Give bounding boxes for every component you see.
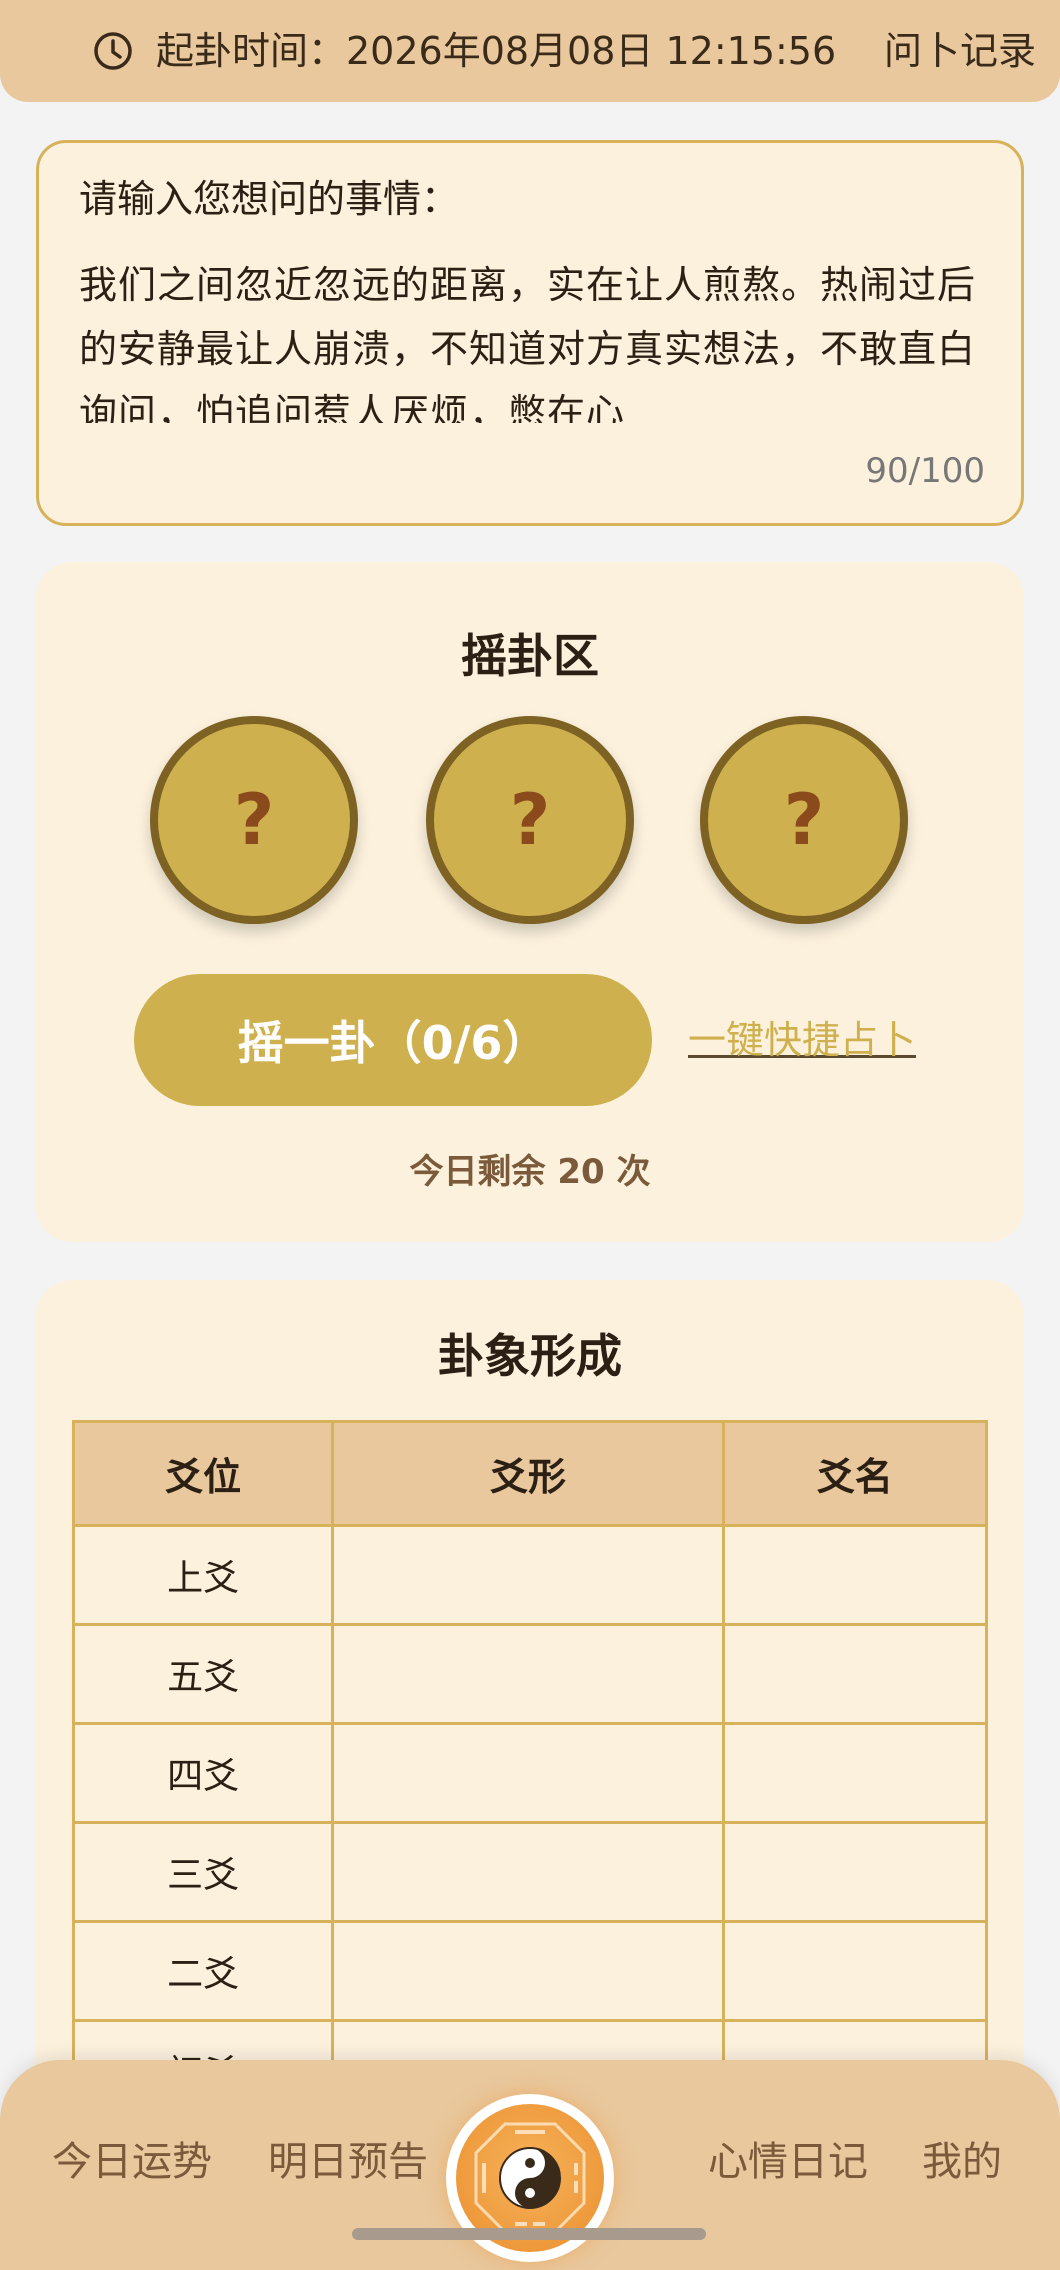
records-link[interactable]: 问卜记录 [884, 24, 1036, 78]
coin-1[interactable]: ? [150, 716, 358, 924]
row-position: 五爻 [71, 1623, 335, 1725]
remaining-count: 今日剩余 20 次 [409, 1152, 651, 1192]
row-name [721, 1821, 989, 1923]
row-shape [331, 1920, 725, 2022]
coin-3[interactable]: ? [700, 716, 908, 924]
coin-3-label: ? [783, 779, 825, 861]
coin-1-label: ? [233, 779, 275, 861]
row-name [721, 1722, 989, 1824]
start-time-label: 起卦时间：2026年08月08日 12:15:56 [156, 29, 837, 73]
shake-area-title: 摇卦区 [461, 629, 599, 683]
row-position: 三爻 [71, 1821, 335, 1923]
question-textarea[interactable]: 我们之间忽近忽远的距离，实在让人煎熬。热闹过后的安静最让人崩溃，不知道对方真实想… [79, 253, 979, 423]
row-name [721, 1623, 989, 1725]
nav-mine[interactable]: 我的 [922, 2134, 1002, 2190]
nav-tomorrow-preview[interactable]: 明日预告 [268, 2134, 428, 2190]
table-row: 二爻 [71, 1920, 989, 2022]
nav-mood-diary[interactable]: 心情日记 [708, 2134, 868, 2190]
row-shape [331, 1821, 725, 1923]
row-position: 四爻 [71, 1722, 335, 1824]
coin-2[interactable]: ? [426, 716, 634, 924]
header-shape: 爻形 [331, 1420, 725, 1527]
row-position: 二爻 [71, 1920, 335, 2022]
home-indicator [352, 2228, 706, 2240]
table-row: 四爻 [71, 1722, 989, 1824]
row-name [721, 1524, 989, 1626]
question-input-card[interactable]: 请输入您想问的事情： 我们之间忽近忽远的距离，实在让人煎熬。热闹过后的安静最让人… [36, 140, 1024, 526]
shake-area: 摇卦区 ? ? ? 摇一卦（0/6） 一键快捷占卜 今日剩余 20 次 [36, 562, 1024, 1242]
table-row: 上爻 [71, 1524, 989, 1626]
question-label: 请输入您想问的事情： [79, 177, 460, 221]
quick-divination-link[interactable]: 一键快捷占卜 [688, 1014, 916, 1066]
row-name [721, 1920, 989, 2022]
yin-yang-icon [474, 2122, 586, 2234]
hexagram-table: 爻位 爻形 爻名 上爻 五爻 四爻 三爻 二爻 [71, 1420, 989, 2121]
header-position: 爻位 [71, 1420, 335, 1527]
hexagram-title: 卦象形成 [438, 1329, 622, 1383]
char-counter: 90/100 [865, 451, 985, 491]
top-bar: 起卦时间：2026年08月08日 12:15:56 问卜记录 [0, 0, 1060, 102]
row-shape [331, 1623, 725, 1725]
row-position: 上爻 [71, 1524, 335, 1626]
table-row: 三爻 [71, 1821, 989, 1923]
table-row: 五爻 [71, 1623, 989, 1725]
header-name: 爻名 [721, 1420, 989, 1527]
row-shape [331, 1524, 725, 1626]
row-shape [331, 1722, 725, 1824]
table-header-row: 爻位 爻形 爻名 [71, 1420, 989, 1527]
shake-button[interactable]: 摇一卦（0/6） [134, 974, 652, 1106]
nav-today-fortune[interactable]: 今日运势 [52, 2134, 212, 2190]
coin-2-label: ? [509, 779, 551, 861]
clock-icon [94, 32, 132, 70]
